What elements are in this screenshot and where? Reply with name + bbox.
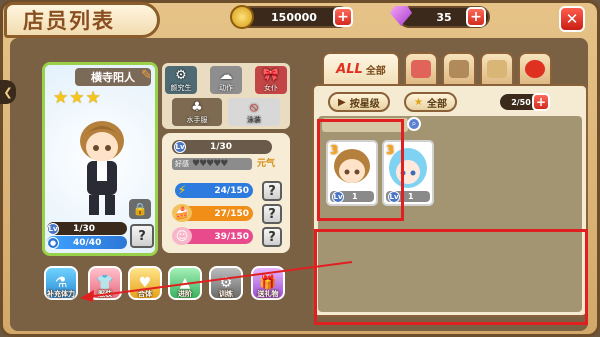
guide-arrow (80, 261, 353, 302)
